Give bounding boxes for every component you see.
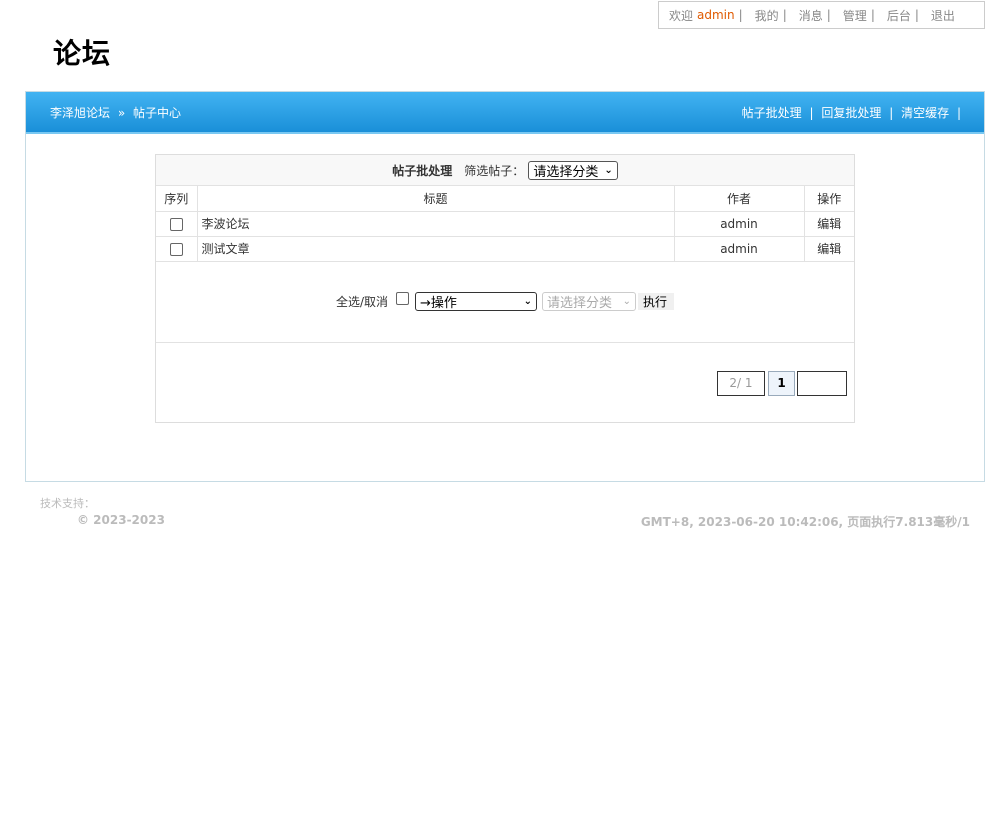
site-logo[interactable]: 论坛 (53, 32, 111, 72)
post-batch-link[interactable]: 帖子批处理 (742, 106, 802, 120)
chevron-down-icon: ⌄ (523, 296, 533, 307)
header-actions: 帖子批处理 | 回复批处理 | 清空缓存 | (741, 105, 961, 120)
target-category-select: 请选择分类 ⌄ (542, 292, 637, 311)
clear-cache-link[interactable]: 清空缓存 (901, 106, 949, 120)
breadcrumb-home[interactable]: 李泽旭论坛 (50, 106, 110, 120)
page-jump-input[interactable] (797, 370, 847, 396)
pagination: 2/ 1 1 (156, 343, 854, 423)
main-panel: 李泽旭论坛 » 帖子中心 帖子批处理 | 回复批处理 | 清空缓存 | 帖子批处… (25, 91, 985, 482)
col-action: 操作 (804, 186, 854, 212)
batch-title: 帖子批处理 (392, 163, 453, 178)
chevron-down-icon: ⌄ (604, 164, 613, 176)
panel-header: 李泽旭论坛 » 帖子中心 帖子批处理 | 回复批处理 | 清空缓存 | (26, 92, 984, 134)
welcome-text: 欢迎 (669, 8, 694, 23)
page-info: 2/ 1 (717, 370, 765, 396)
reply-batch-link[interactable]: 回复批处理 (821, 106, 881, 120)
post-author: admin (674, 211, 805, 237)
page-status: GMT+8, 2023-06-20 10:42:06, 页面执行7.813毫秒/… (640, 515, 970, 529)
post-title[interactable]: 测试文章 (197, 236, 675, 262)
post-title[interactable]: 李波论坛 (197, 211, 675, 237)
breadcrumb-current[interactable]: 帖子中心 (133, 106, 181, 120)
select-all-checkbox[interactable] (396, 292, 410, 305)
table-header-row: 序列 标题 作者 操作 (156, 186, 854, 212)
copyright: © 2023-2023 (77, 513, 165, 527)
edit-link[interactable]: 编辑 (804, 236, 854, 262)
top-user-bar: 欢迎 admin | 我的 | 消息 | 管理 | 后台 | 退出 (658, 1, 985, 29)
chevron-down-icon: ⌄ (622, 296, 632, 307)
post-author: admin (674, 236, 805, 262)
table-row: 测试文章 admin 编辑 (156, 236, 854, 262)
row-checkbox[interactable] (169, 242, 183, 256)
username-link[interactable]: admin (697, 8, 735, 22)
logout-link[interactable]: 退出 (931, 7, 955, 24)
posts-table: 序列 标题 作者 操作 李波论坛 admin 编辑 测试文章 admin 编辑 (156, 186, 854, 262)
row-checkbox[interactable] (169, 217, 183, 231)
col-index: 序列 (156, 186, 198, 212)
my-link[interactable]: 我的 (755, 7, 779, 24)
breadcrumb-separator: » (117, 105, 126, 120)
table-row: 李波论坛 admin 编辑 (156, 211, 854, 237)
backend-link[interactable]: 后台 (887, 7, 911, 24)
messages-link[interactable]: 消息 (799, 7, 823, 24)
manage-link[interactable]: 管理 (843, 7, 867, 24)
operation-select[interactable]: →操作 ⌄ (415, 292, 538, 311)
edit-link[interactable]: 编辑 (804, 211, 854, 237)
col-author: 作者 (674, 186, 805, 212)
batch-table-box: 帖子批处理 筛选帖子： 请选择分类 ⌄ 序列 标题 作者 操作 李波论坛 adm… (155, 154, 855, 423)
batch-title-bar: 帖子批处理 筛选帖子： 请选择分类 ⌄ (156, 155, 854, 186)
batch-operations: 全选/取消 →操作 ⌄ 请选择分类 ⌄ 执行 (156, 262, 854, 343)
tech-support: 技术支持： (40, 497, 95, 510)
execute-button[interactable]: 执行 (638, 293, 675, 310)
filter-label: 筛选帖子： (464, 163, 525, 178)
filter-category-select[interactable]: 请选择分类 ⌄ (528, 160, 618, 180)
col-title: 标题 (197, 186, 675, 212)
select-all-label: 全选/取消 (335, 295, 389, 309)
page-current[interactable]: 1 (768, 370, 795, 396)
breadcrumb: 李泽旭论坛 » 帖子中心 (50, 104, 181, 121)
